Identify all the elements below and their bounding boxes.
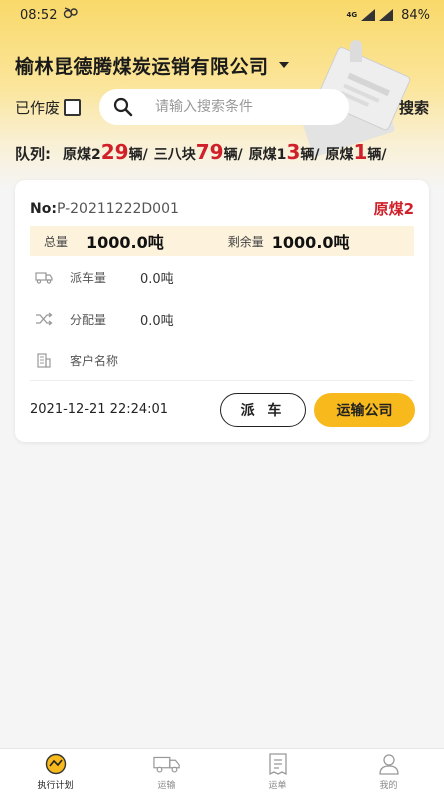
queue-label: 队列: xyxy=(15,145,51,163)
status-time: 08:52 xyxy=(20,7,58,23)
queue-item-name: 三八块 xyxy=(153,147,196,163)
queue-item-unit: 辆/ xyxy=(300,147,320,163)
tab-transport[interactable]: 运输 xyxy=(111,749,222,794)
tab-label: 执行计划 xyxy=(37,781,74,791)
tab-profile[interactable]: 我的 xyxy=(333,749,444,794)
company-name: 榆林昆德腾煤炭运销有限公司 xyxy=(15,55,269,78)
tab-waybill[interactable]: 运单 xyxy=(222,749,333,794)
search-button[interactable]: 搜索 xyxy=(399,97,429,118)
queue-item: 原煤229辆/ xyxy=(63,140,148,164)
queue-item-unit: 辆/ xyxy=(367,147,387,163)
queue-item-name: 原煤1 xyxy=(248,147,287,163)
tab-plan[interactable]: 执行计划 xyxy=(0,749,111,794)
remaining-value: 1000.0吨 xyxy=(271,233,350,252)
dispatched-row: 派车量 0.0吨 xyxy=(35,266,174,288)
signal-icon xyxy=(361,9,376,21)
company-selector[interactable]: 榆林昆德腾煤炭运销有限公司 xyxy=(15,50,289,80)
plan-icon xyxy=(42,752,70,776)
void-checkbox[interactable] xyxy=(64,98,82,116)
quantity-summary: 总量 1000.0吨 剩余量 1000.0吨 xyxy=(30,226,414,256)
search-icon xyxy=(113,97,133,117)
battery-level: 84% xyxy=(401,7,430,23)
allocated-value: 0.0吨 xyxy=(140,313,174,329)
allocated-label: 分配量 xyxy=(70,312,107,327)
signal-4g-icon: 4G xyxy=(346,11,358,19)
building-icon xyxy=(35,351,53,369)
dispatched-value: 0.0吨 xyxy=(140,271,174,287)
notification-icon xyxy=(63,6,79,24)
queue-item-count: 1 xyxy=(353,140,368,164)
tab-label: 我的 xyxy=(379,781,398,791)
queue-item-name: 原煤 xyxy=(325,147,354,163)
queue-item-unit: 辆/ xyxy=(223,147,243,163)
order-header: No: P-20211222D001 原煤2 xyxy=(30,198,414,219)
dispatched-label: 派车量 xyxy=(70,270,107,285)
customer-row: 客户名称 xyxy=(35,349,140,371)
tab-label: 运输 xyxy=(157,781,176,791)
void-filter-label: 已作废 xyxy=(15,98,61,117)
truck-icon xyxy=(35,268,53,286)
tab-label: 运单 xyxy=(268,781,287,791)
truck-icon xyxy=(152,752,181,776)
queue-item-count: 3 xyxy=(286,140,301,164)
total-value: 1000.0吨 xyxy=(86,233,164,252)
order-no-label: No: xyxy=(30,200,57,217)
queue-item-unit: 辆/ xyxy=(128,147,148,163)
status-indicators: 4G 84% xyxy=(346,8,430,23)
coal-type-tag: 原煤2 xyxy=(373,200,414,218)
queue-item-name: 原煤2 xyxy=(63,147,101,163)
customer-label: 客户名称 xyxy=(70,353,119,368)
waybill-icon xyxy=(264,752,292,776)
order-datetime: 2021-12-21 22:24:01 xyxy=(30,402,169,417)
total-label: 总量 xyxy=(44,234,69,249)
queue-item: 原煤1辆/ xyxy=(325,140,386,164)
order-card[interactable]: No: P-20211222D001 原煤2 总量 1000.0吨 剩余量 10… xyxy=(15,180,429,442)
queue-item-count: 29 xyxy=(100,140,129,164)
bottom-tab-bar: 执行计划 运输 运单 我的 xyxy=(0,748,444,794)
card-divider xyxy=(30,380,414,381)
status-bar: 08:52 4G 84% xyxy=(0,0,444,30)
queue-summary: 队列: 原煤229辆/ 三八块79辆/ 原煤13辆/ 原煤1辆/ xyxy=(15,140,435,168)
signal-2-icon xyxy=(379,9,394,21)
search-box[interactable] xyxy=(99,89,350,125)
queue-item: 三八块79辆/ xyxy=(154,140,243,164)
queue-item: 原煤13辆/ xyxy=(249,140,320,164)
profile-icon xyxy=(375,752,403,776)
shuffle-icon xyxy=(35,310,53,328)
dropdown-caret-icon xyxy=(278,62,289,68)
search-input[interactable] xyxy=(155,99,326,115)
order-no-value: P-20211222D001 xyxy=(56,200,179,217)
filter-bar: 已作废 搜索 xyxy=(15,89,429,125)
dispatch-button[interactable]: 派 车 xyxy=(220,393,306,427)
queue-item-count: 79 xyxy=(195,140,224,164)
transport-company-button[interactable]: 运输公司 xyxy=(314,393,415,427)
allocated-row: 分配量 0.0吨 xyxy=(35,308,174,330)
remaining-label: 剩余量 xyxy=(227,234,264,249)
